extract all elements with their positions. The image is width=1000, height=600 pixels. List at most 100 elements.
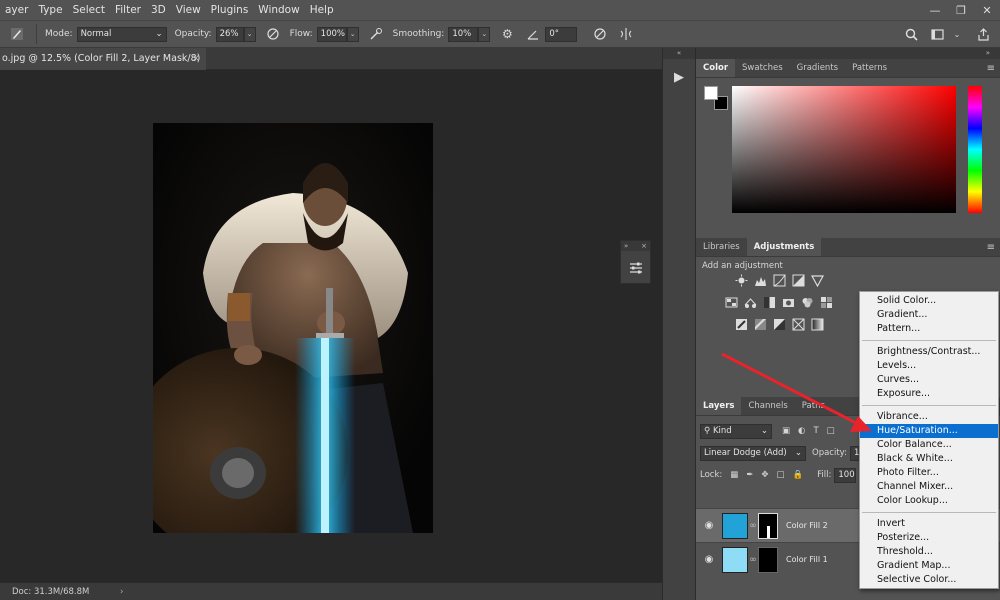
exposure-icon[interactable] (791, 273, 805, 287)
smoothing-input[interactable]: 10% (448, 26, 479, 42)
panel-menu-icon[interactable]: ≡ (987, 238, 995, 257)
menu-type[interactable]: Type (33, 0, 67, 20)
layer-fill-thumbnail[interactable] (722, 512, 748, 539)
curves-icon[interactable] (772, 273, 786, 287)
triangle-icon[interactable] (810, 273, 824, 287)
tab-color[interactable]: Color (696, 59, 736, 77)
menu-item[interactable]: Gradient... (860, 308, 998, 322)
levels-icon[interactable] (753, 273, 767, 287)
layer-name[interactable]: Color Fill 1 (786, 555, 828, 564)
menu-item[interactable]: Photo Filter... (860, 466, 998, 480)
menu-item[interactable]: Brightness/Contrast... (860, 345, 998, 359)
close-icon[interactable]: × (641, 241, 647, 251)
canvas-area[interactable] (0, 70, 662, 582)
menu-item[interactable]: Gradient Map... (860, 559, 998, 573)
layer-mask-thumbnail[interactable] (758, 512, 778, 539)
gradient-map-icon[interactable] (810, 317, 824, 331)
channel-mixer-icon[interactable] (800, 295, 814, 309)
menu-item[interactable]: Threshold... (860, 545, 998, 559)
panel-menu-icon[interactable]: ≡ (987, 59, 995, 78)
hue-slider[interactable] (968, 86, 982, 213)
invert-icon[interactable] (734, 317, 748, 331)
link-chain-icon[interactable]: ∞ (748, 555, 758, 565)
menu-item[interactable]: Color Balance... (860, 438, 998, 452)
visibility-eye-icon[interactable]: ◉ (700, 520, 718, 531)
expand-icon[interactable]: » (624, 241, 628, 251)
properties-button[interactable] (624, 256, 648, 280)
share-icon[interactable] (974, 25, 992, 43)
menu-item[interactable]: Hue/Saturation... (860, 424, 998, 438)
menu-item[interactable]: Posterize... (860, 531, 998, 545)
filter-adjustment-icon[interactable]: ◐ (798, 426, 805, 436)
angle-input[interactable]: 0° (545, 26, 578, 42)
menu-layer[interactable]: ayer (0, 0, 33, 20)
fill-input[interactable]: 100 (834, 467, 857, 483)
lock-artboard-icon[interactable]: □ (777, 470, 785, 480)
canvas-image[interactable] (153, 123, 433, 533)
menu-item[interactable]: Vibrance... (860, 410, 998, 424)
tab-adjustments[interactable]: Adjustments (746, 238, 822, 256)
airbrush-icon[interactable] (367, 25, 385, 43)
menu-item[interactable]: Exposure... (860, 387, 998, 401)
tab-patterns[interactable]: Patterns (845, 59, 894, 77)
photo-filter-icon[interactable] (781, 295, 795, 309)
opacity-input[interactable]: 26% (215, 26, 244, 42)
foreground-color-swatch[interactable] (704, 86, 718, 100)
filter-pixel-icon[interactable]: ▣ (782, 426, 790, 436)
tab-gradients[interactable]: Gradients (790, 59, 845, 77)
blend-mode-select[interactable]: Linear Dodge (Add) ⌄ (700, 445, 806, 461)
smoothing-dropdown-icon[interactable]: ⌄ (478, 26, 491, 42)
menu-help[interactable]: Help (305, 0, 339, 20)
flow-dropdown-icon[interactable]: ⌄ (346, 26, 359, 42)
mode-select[interactable]: Normal ⌄ (76, 26, 167, 42)
layer-kind-filter[interactable]: ⚲ Kind ⌄ (700, 423, 772, 439)
status-arrow-icon[interactable]: › (120, 583, 123, 600)
close-tab-icon[interactable]: × (192, 48, 200, 70)
brightness-icon[interactable] (734, 273, 748, 287)
collapse-dock-icon[interactable]: « (663, 48, 695, 59)
menu-view[interactable]: View (171, 0, 206, 20)
menu-item[interactable]: Levels... (860, 359, 998, 373)
black-white-icon[interactable] (762, 295, 776, 309)
selective-color-icon[interactable] (791, 317, 805, 331)
menu-item[interactable]: Invert (860, 517, 998, 531)
layer-name[interactable]: Color Fill 2 (786, 521, 828, 530)
play-actions-icon[interactable]: ▶ (666, 64, 692, 90)
menu-item[interactable]: Color Lookup... (860, 494, 998, 508)
menu-item[interactable]: Pattern... (860, 322, 998, 336)
visibility-eye-icon[interactable]: ◉ (700, 554, 718, 565)
tab-swatches[interactable]: Swatches (735, 59, 790, 77)
menu-3d[interactable]: 3D (146, 0, 171, 20)
restore-icon[interactable]: ❐ (948, 0, 974, 20)
pressure-size-icon[interactable] (591, 25, 609, 43)
tab-libraries[interactable]: Libraries (696, 238, 747, 256)
color-saturation-field[interactable] (732, 86, 956, 213)
layer-mask-thumbnail[interactable] (758, 546, 778, 573)
menu-item[interactable]: Black & White... (860, 452, 998, 466)
lock-all-icon[interactable]: 🔒 (793, 470, 804, 480)
menu-item[interactable]: Solid Color... (860, 294, 998, 308)
threshold-icon[interactable] (772, 317, 786, 331)
flow-input[interactable]: 100% (316, 26, 347, 42)
menu-item[interactable]: Curves... (860, 373, 998, 387)
link-chain-icon[interactable]: ∞ (748, 521, 758, 531)
search-icon[interactable] (902, 25, 920, 43)
menu-item[interactable]: Selective Color... (860, 573, 998, 587)
layer-fill-thumbnail[interactable] (722, 546, 748, 573)
opacity-dropdown-icon[interactable]: ⌄ (243, 26, 256, 42)
color-lookup-icon[interactable] (819, 295, 833, 309)
filter-type-icon[interactable]: T (813, 426, 818, 436)
hue-saturation-icon[interactable] (724, 295, 738, 309)
pressure-opacity-icon[interactable] (264, 25, 282, 43)
gear-icon[interactable]: ⚙ (498, 25, 516, 43)
close-icon[interactable]: ✕ (974, 0, 1000, 20)
menu-window[interactable]: Window (253, 0, 304, 20)
collapse-panels-icon[interactable]: » (696, 48, 1000, 59)
lock-pixels-icon[interactable]: ✒ (746, 470, 753, 480)
menu-item[interactable]: Channel Mixer... (860, 480, 998, 494)
workspace-icon[interactable] (928, 25, 946, 43)
menu-select[interactable]: Select (68, 0, 110, 20)
menu-plugins[interactable]: Plugins (206, 0, 254, 20)
tab-channels[interactable]: Channels (741, 397, 794, 415)
chevron-down-icon[interactable]: ⌄ (948, 25, 966, 43)
